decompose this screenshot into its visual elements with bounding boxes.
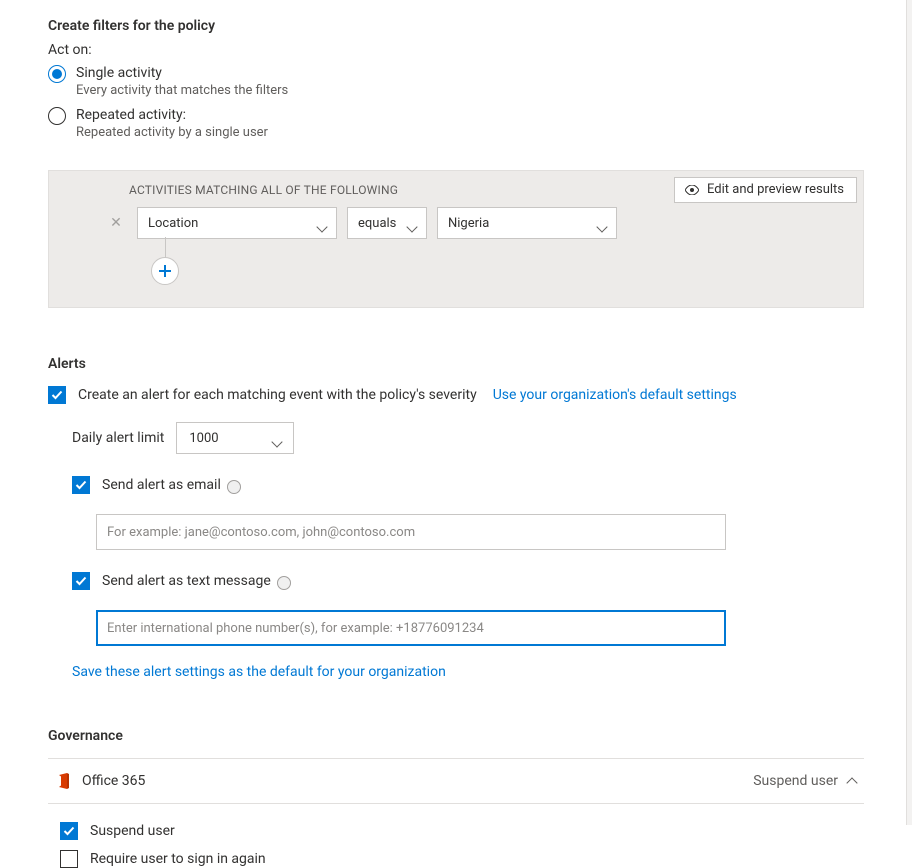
governance-office365-label: Office 365 [82,773,145,789]
chevron-down-icon [598,220,606,235]
info-icon[interactable] [227,480,241,494]
eye-icon [685,185,699,195]
radio-single-label: Single activity [76,64,288,82]
alerts-title: Alerts [48,356,864,372]
filter-field-select[interactable]: Location [137,207,337,239]
send-email-label: Send alert as email [102,477,221,493]
create-alert-label: Create an alert for each matching event … [78,387,477,403]
radio-repeated-activity[interactable] [48,107,66,125]
chevron-up-icon [848,773,856,789]
act-on-label: Act on: [48,42,864,58]
remove-filter-button[interactable]: ✕ [109,215,123,231]
chevron-down-icon [273,435,281,450]
scrollbar-track[interactable] [906,0,912,825]
edit-preview-label: Edit and preview results [707,182,844,197]
governance-office365-row[interactable]: Office 365 Suspend user [48,758,864,804]
require-signin-checkbox[interactable] [60,850,78,868]
filter-field-value: Location [148,216,198,231]
filter-op-value: equals [358,216,396,231]
chevron-down-icon [318,220,326,235]
daily-limit-label: Daily alert limit [72,430,164,446]
filter-value-select[interactable]: Nigeria [437,207,617,239]
filter-panel: Edit and preview results ACTIVITIES MATC… [48,170,864,308]
filters-title: Create filters for the policy [48,18,864,34]
sms-input[interactable] [96,610,726,646]
send-sms-checkbox[interactable] [72,572,90,590]
filter-op-select[interactable]: equals [347,207,427,239]
office365-icon [56,773,72,789]
plus-icon [159,265,171,277]
radio-single-activity[interactable] [48,65,66,83]
save-alert-settings-link[interactable]: Save these alert settings as the default… [72,664,864,680]
use-default-settings-link[interactable]: Use your organization's default settings [493,387,737,403]
daily-limit-value: 1000 [189,431,218,446]
require-signin-label: Require user to sign in again [90,851,266,867]
governance-title: Governance [48,728,864,744]
add-filter-button[interactable] [151,257,179,285]
suspend-user-label: Suspend user [90,823,175,839]
radio-repeated-label: Repeated activity: [76,106,268,124]
send-email-checkbox[interactable] [72,476,90,494]
chevron-down-icon [408,220,416,235]
daily-limit-select[interactable]: 1000 [176,422,294,454]
radio-single-desc: Every activity that matches the filters [76,83,288,98]
governance-summary: Suspend user [753,773,838,789]
radio-repeated-desc: Repeated activity by a single user [76,125,268,140]
send-sms-label: Send alert as text message [102,573,271,589]
filter-value-text: Nigeria [448,216,489,231]
info-icon[interactable] [277,576,291,590]
edit-preview-button[interactable]: Edit and preview results [674,177,857,203]
create-alert-checkbox[interactable] [48,386,66,404]
email-input[interactable] [96,514,726,550]
